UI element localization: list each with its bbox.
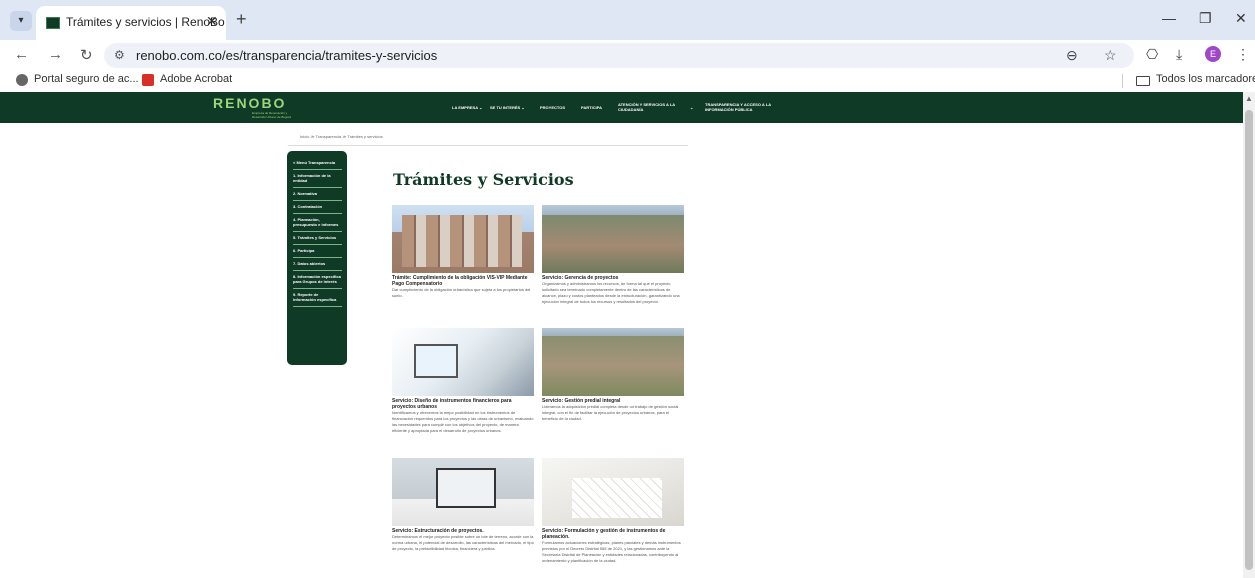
new-tab-button[interactable]: + xyxy=(236,9,247,30)
profile-avatar[interactable]: E xyxy=(1205,46,1221,62)
sidenav-item-datos-abiertos[interactable]: 7. Datos abiertos xyxy=(293,258,342,271)
tab-title: Trámites y servicios | RenoBo xyxy=(66,15,225,29)
browser-menu-icon[interactable]: ⋮ xyxy=(1236,46,1250,63)
bookmark-portal-seguro[interactable]: Portal seguro de ac... xyxy=(34,73,139,85)
page-title: Trámites y Servicios xyxy=(393,170,574,189)
bookmarks-bar: Portal seguro de ac... Adobe Acrobat Tod… xyxy=(0,70,1255,92)
card-title[interactable]: Servicio: Formulación y gestión de instr… xyxy=(542,528,684,540)
active-tab[interactable]: Trámites y servicios | RenoBo ✕ xyxy=(36,6,226,40)
card-description: Determinamos el mejor proyecto posible s… xyxy=(392,534,534,551)
card-description: Identificamos y ofrecemos la mejor posib… xyxy=(392,410,534,433)
back-icon[interactable]: ← xyxy=(14,46,29,63)
sidenav-item-reporte-informacion[interactable]: 9. Reporte de información específica xyxy=(293,289,342,307)
sidenav-item-participa[interactable]: 6. Participa xyxy=(293,245,342,258)
service-card[interactable]: Servicio: Gestión predial integral Lider… xyxy=(542,328,684,422)
site-info-icon[interactable]: ⚙ xyxy=(114,48,125,62)
tab-strip: ▾ Trámites y servicios | RenoBo ✕ + — ❐ … xyxy=(0,0,1255,40)
breadcrumb[interactable]: Inicio ≫ Transparencia ≫ Trámites y serv… xyxy=(300,134,383,139)
all-bookmarks-button[interactable]: Todos los marcadores xyxy=(1156,73,1255,85)
card-image[interactable] xyxy=(542,328,684,396)
restore-icon[interactable]: ❐ xyxy=(1199,10,1212,27)
card-title[interactable]: Trámite: Cumplimiento de la obligación V… xyxy=(392,275,534,287)
service-card[interactable]: Trámite: Cumplimiento de la obligación V… xyxy=(392,205,534,299)
address-bar[interactable]: ⚙ renobo.com.co/es/transparencia/tramite… xyxy=(104,43,1134,68)
globe-icon xyxy=(16,74,28,86)
bookmarks-separator xyxy=(1122,74,1123,88)
card-description: Lideramos la adquisición predial complet… xyxy=(542,404,679,421)
browser-toolbar: ← → ↻ ⚙ renobo.com.co/es/transparencia/t… xyxy=(0,40,1255,70)
breadcrumb-divider xyxy=(288,145,688,146)
service-card[interactable]: Servicio: Formulación y gestión de instr… xyxy=(542,458,684,564)
menu-participa[interactable]: PARTICIPA xyxy=(581,105,602,110)
logo-subtitle: Empresa de Renovación y Desarrollo Urban… xyxy=(252,111,291,119)
service-card[interactable]: Servicio: Gerencia de proyectos Organiza… xyxy=(542,205,684,305)
menu-transparencia[interactable]: TRANSPARENCIA Y ACCESO A LA INFORMACIÓN … xyxy=(705,102,777,112)
card-image[interactable] xyxy=(392,205,534,273)
download-icon[interactable]: ⤓ xyxy=(1176,46,1182,63)
card-title[interactable]: Servicio: Diseño de instrumentos financi… xyxy=(392,398,534,410)
menu-se-tu-interes[interactable]: SE TU INTERÉS ⌄ xyxy=(490,105,525,110)
page-scrollbar[interactable]: ▲ xyxy=(1243,92,1255,578)
menu-atencion-ciudadania[interactable]: ATENCIÓN Y SERVICIOS A LA CIUDADANÍA xyxy=(618,102,678,112)
menu-proyectos[interactable]: PROYECTOS xyxy=(540,105,565,110)
card-image[interactable] xyxy=(542,458,684,526)
card-image[interactable] xyxy=(392,328,534,396)
menu-la-empresa[interactable]: LA EMPRESA ⌄ xyxy=(452,105,482,110)
window-close-icon[interactable]: ✕ xyxy=(1235,10,1247,27)
site-header: RENOBO Empresa de Renovación y Desarroll… xyxy=(0,92,1243,123)
reload-icon[interactable]: ↻ xyxy=(80,46,93,64)
service-card[interactable]: Servicio: Estructuración de proyectos. D… xyxy=(392,458,534,552)
service-card[interactable]: Servicio: Diseño de instrumentos financi… xyxy=(392,328,534,434)
card-description: Formulamos actuaciones estratégicas, pla… xyxy=(542,540,681,563)
renobo-favicon-icon xyxy=(46,17,60,29)
page-viewport: RENOBO Empresa de Renovación y Desarroll… xyxy=(0,92,1243,578)
folder-icon xyxy=(1136,76,1150,86)
scroll-thumb[interactable] xyxy=(1245,110,1253,570)
acrobat-icon xyxy=(142,74,154,86)
sidenav-item-contratacion[interactable]: 3. Contratación xyxy=(293,201,342,214)
card-description: Dar cumplimiento de la obligación urbaní… xyxy=(392,287,531,298)
bookmark-star-icon[interactable]: ☆ xyxy=(1104,47,1117,64)
minimize-icon[interactable]: — xyxy=(1162,10,1176,26)
renobo-logo[interactable]: RENOBO xyxy=(213,95,286,111)
forward-icon[interactable]: → xyxy=(48,46,63,63)
sidenav-item-tramites-servicios[interactable]: 5. Trámites y Servicios xyxy=(293,232,342,245)
zoom-icon[interactable]: ⊖ xyxy=(1066,47,1078,64)
card-description: Organizamos y administramos los recursos… xyxy=(542,281,680,304)
scroll-up-icon[interactable]: ▲ xyxy=(1245,94,1253,103)
menu-atencion-chevron-icon[interactable]: ⌄ xyxy=(690,105,693,110)
sidenav-item-informacion-entidad[interactable]: 1. Información de la entidad xyxy=(293,170,342,188)
sidenav-item-normativa[interactable]: 2. Normativa xyxy=(293,188,342,201)
transparency-sidenav: < Menú Transparencia 1. Información de l… xyxy=(287,151,347,365)
sidenav-item-grupos-interes[interactable]: 8. Información específica para Grupos de… xyxy=(293,271,342,289)
url-text[interactable]: renobo.com.co/es/transparencia/tramites-… xyxy=(136,48,437,63)
tab-search-button[interactable]: ▾ xyxy=(10,11,32,31)
card-image[interactable] xyxy=(392,458,534,526)
card-image[interactable] xyxy=(542,205,684,273)
sidenav-item-menu-transparencia[interactable]: < Menú Transparencia xyxy=(293,157,342,170)
bookmark-adobe-acrobat[interactable]: Adobe Acrobat xyxy=(160,73,232,85)
extensions-icon[interactable]: ⎔ xyxy=(1146,46,1158,63)
tab-close-icon[interactable]: ✕ xyxy=(206,13,218,30)
sidenav-item-planeacion[interactable]: 4. Planeación, presupuesto e informes xyxy=(293,214,342,232)
